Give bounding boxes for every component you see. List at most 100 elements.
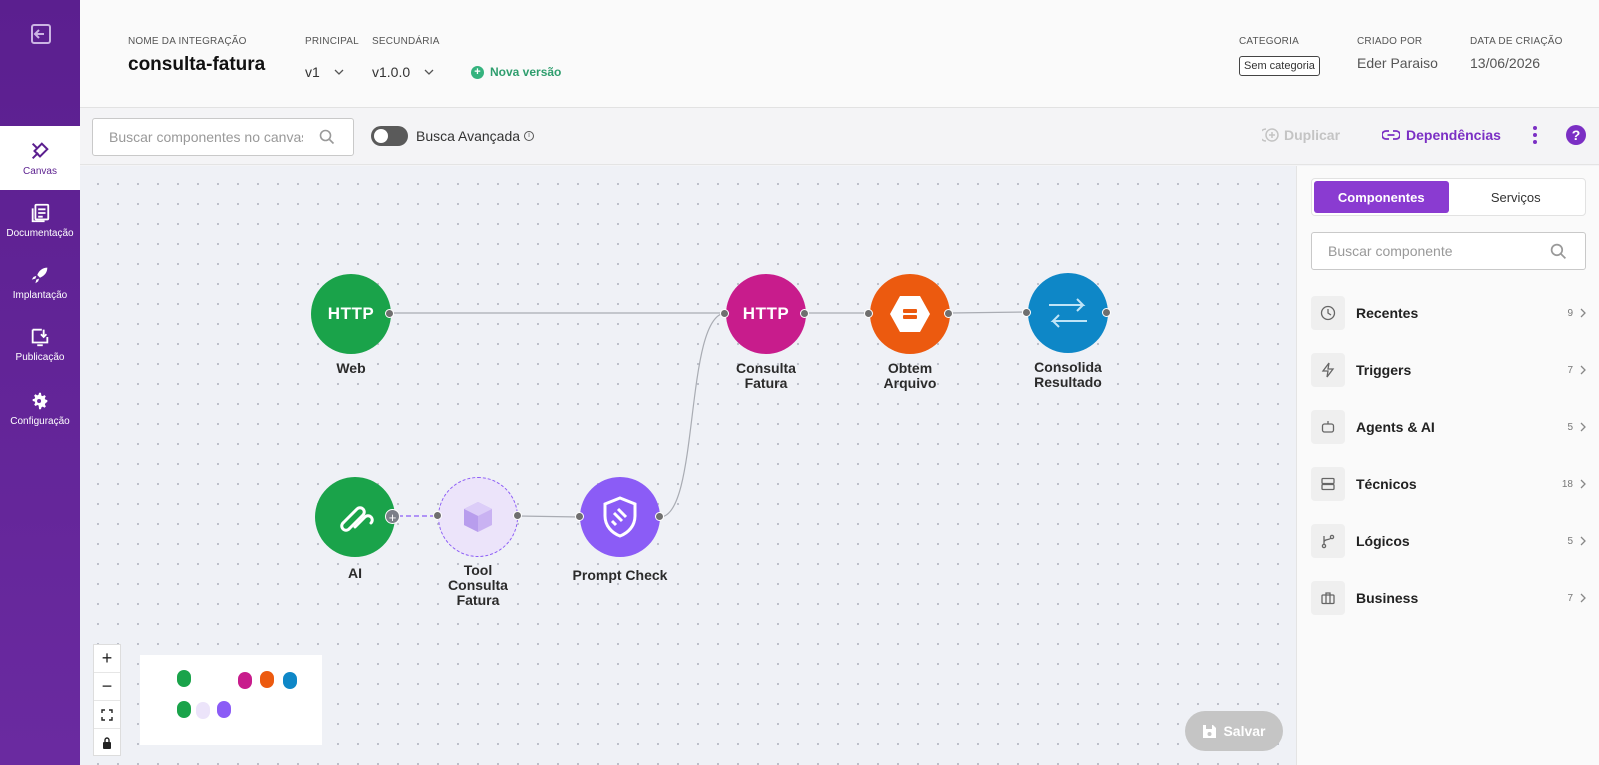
category-icon-box: [1311, 353, 1345, 387]
chevron-right-icon: [1580, 365, 1586, 375]
save-button[interactable]: Salvar: [1185, 711, 1283, 751]
sidebar-item-publish[interactable]: Publicação: [0, 312, 80, 376]
edge-tool-prompt: [517, 515, 581, 518]
category-icon-box: [1311, 467, 1345, 501]
canvas-search-input[interactable]: [93, 119, 303, 155]
node-obtem-arquivo[interactable]: [870, 274, 950, 354]
sidebar-item-deploy[interactable]: Implantação: [0, 250, 80, 314]
nova-versao-button[interactable]: + Nova versão: [471, 65, 561, 79]
file-transform-icon: [890, 296, 930, 332]
data-label: DATA DE CRIAÇÃO: [1470, 36, 1563, 47]
port-out[interactable]: [800, 309, 809, 318]
tab-servicos[interactable]: Serviços: [1449, 181, 1584, 213]
port-out[interactable]: [944, 309, 953, 318]
port-in[interactable]: [433, 511, 442, 520]
node-web[interactable]: HTTP: [311, 274, 391, 354]
robot-icon: [1321, 421, 1335, 433]
category-count: 7: [1567, 364, 1573, 376]
minimap-node: [260, 671, 274, 688]
sidebar-item-settings[interactable]: Configuração: [0, 376, 80, 440]
port-in[interactable]: [720, 309, 729, 318]
publish-icon: [31, 328, 49, 346]
category-business[interactable]: Business 7: [1311, 581, 1591, 615]
sidebar-item-canvas[interactable]: Canvas: [0, 126, 80, 190]
node-label-consulta-fatura: Consulta Fatura: [706, 361, 826, 391]
chevron-right-icon: [1580, 479, 1586, 489]
category-recentes[interactable]: Recentes 9: [1311, 296, 1591, 330]
port-in[interactable]: [864, 309, 873, 318]
duplicar-button[interactable]: Duplicar: [1262, 127, 1340, 143]
sidebar-item-documentation[interactable]: Documentação: [0, 188, 80, 252]
port-out[interactable]: [655, 512, 664, 521]
link-icon: [1382, 130, 1400, 140]
exit-icon[interactable]: [29, 22, 53, 46]
add-tool-icon[interactable]: +: [385, 509, 400, 525]
search-icon[interactable]: [319, 129, 335, 145]
chevron-down-icon: [424, 69, 434, 75]
node-tool-consulta-fatura[interactable]: [438, 477, 518, 557]
principal-select[interactable]: v1: [305, 64, 344, 80]
shield-icon: [603, 496, 637, 538]
fit-view-button[interactable]: [94, 701, 120, 729]
components-panel: Componentes Serviços Recentes 9 Triggers…: [1296, 166, 1599, 765]
search-icon[interactable]: [1550, 243, 1567, 260]
port-in[interactable]: [1022, 308, 1031, 317]
edge-obtem-consolida: [949, 311, 1029, 314]
node-label-tool: Tool Consulta Fatura: [418, 563, 538, 608]
category-count: 9: [1567, 307, 1573, 319]
category-icon-box: [1311, 410, 1345, 444]
branch-icon: [1321, 534, 1335, 549]
secundaria-select[interactable]: v1.0.0: [372, 64, 434, 80]
tab-componentes[interactable]: Componentes: [1314, 181, 1449, 213]
category-count: 5: [1567, 535, 1573, 547]
help-icon[interactable]: ?: [1566, 125, 1586, 145]
component-search-input[interactable]: [1312, 233, 1532, 269]
port-in[interactable]: [575, 512, 584, 521]
zoom-in-button[interactable]: +: [94, 645, 120, 673]
minimap[interactable]: [140, 655, 322, 745]
port-out[interactable]: [1102, 308, 1111, 317]
more-vertical-icon[interactable]: [1532, 125, 1538, 145]
edge-prompt-consulta: [659, 312, 727, 518]
category-agents-ai[interactable]: Agents & AI 5: [1311, 410, 1591, 444]
secundaria-value: v1.0.0: [372, 64, 411, 80]
node-prompt-check[interactable]: [580, 477, 660, 557]
sidebar: Canvas Documentação Implantação Publicaç…: [0, 0, 80, 765]
info-icon[interactable]: i: [524, 131, 535, 141]
node-consulta-fatura[interactable]: HTTP: [726, 274, 806, 354]
port-out[interactable]: [513, 511, 522, 520]
nova-versao-label: Nova versão: [490, 65, 562, 79]
server-icon: [1321, 477, 1335, 491]
lock-button[interactable]: [94, 729, 120, 757]
node-label-ai: AI: [348, 565, 362, 581]
criado-label: CRIADO POR: [1357, 36, 1423, 47]
chevron-right-icon: [1580, 422, 1586, 432]
cube-icon: [464, 502, 492, 532]
busca-avancada-toggle[interactable]: [371, 126, 408, 146]
zoom-out-button[interactable]: −: [94, 673, 120, 701]
minimap-node: [177, 701, 191, 718]
fullscreen-icon: [101, 708, 113, 721]
category-tecnicos[interactable]: Técnicos 18: [1311, 467, 1591, 501]
chevron-right-icon: [1580, 593, 1586, 603]
canvas-area[interactable]: HTTP Web HTTP Consulta Fatura Obtem Arqu…: [80, 166, 1296, 765]
dependencias-button[interactable]: Dependências: [1382, 127, 1501, 143]
category-triggers[interactable]: Triggers 7: [1311, 353, 1591, 387]
minimap-node: [177, 670, 191, 687]
port-out[interactable]: [385, 309, 394, 318]
http-icon: HTTP: [742, 304, 790, 323]
principal-label: PRINCIPAL: [305, 36, 359, 47]
node-label-text: Consulta Fatura: [736, 360, 796, 391]
sidebar-item-label: Implantação: [12, 289, 68, 301]
node-ai[interactable]: [315, 477, 395, 557]
category-name: Recentes: [1356, 305, 1419, 321]
duplicar-label: Duplicar: [1284, 127, 1341, 143]
gear-icon: [32, 392, 48, 409]
categoria-label: CATEGORIA: [1239, 36, 1299, 47]
node-consolida-resultado[interactable]: [1028, 273, 1108, 353]
nome-label: NOME DA INTEGRAÇÃO: [128, 36, 247, 47]
minimap-node: [217, 701, 231, 718]
categoria-badge[interactable]: Sem categoria: [1239, 56, 1320, 76]
category-logicos[interactable]: Lógicos 5: [1311, 524, 1591, 558]
header: NOME DA INTEGRAÇÃO consulta-fatura PRINC…: [80, 0, 1599, 108]
